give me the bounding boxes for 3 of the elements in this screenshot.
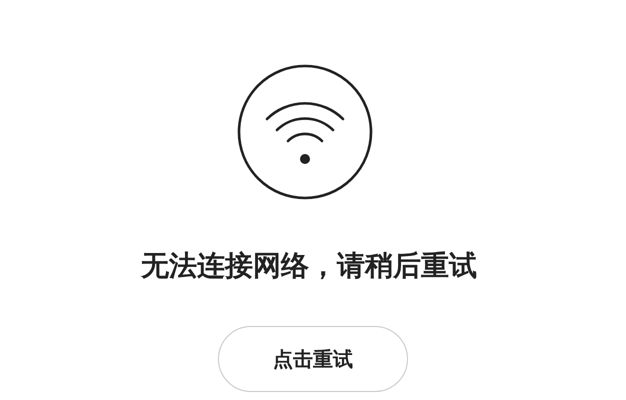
no-network-wifi-icon (236, 63, 374, 201)
error-message: 无法连接网络，请稍后重试 (141, 248, 477, 284)
retry-button[interactable]: 点击重试 (218, 326, 408, 392)
